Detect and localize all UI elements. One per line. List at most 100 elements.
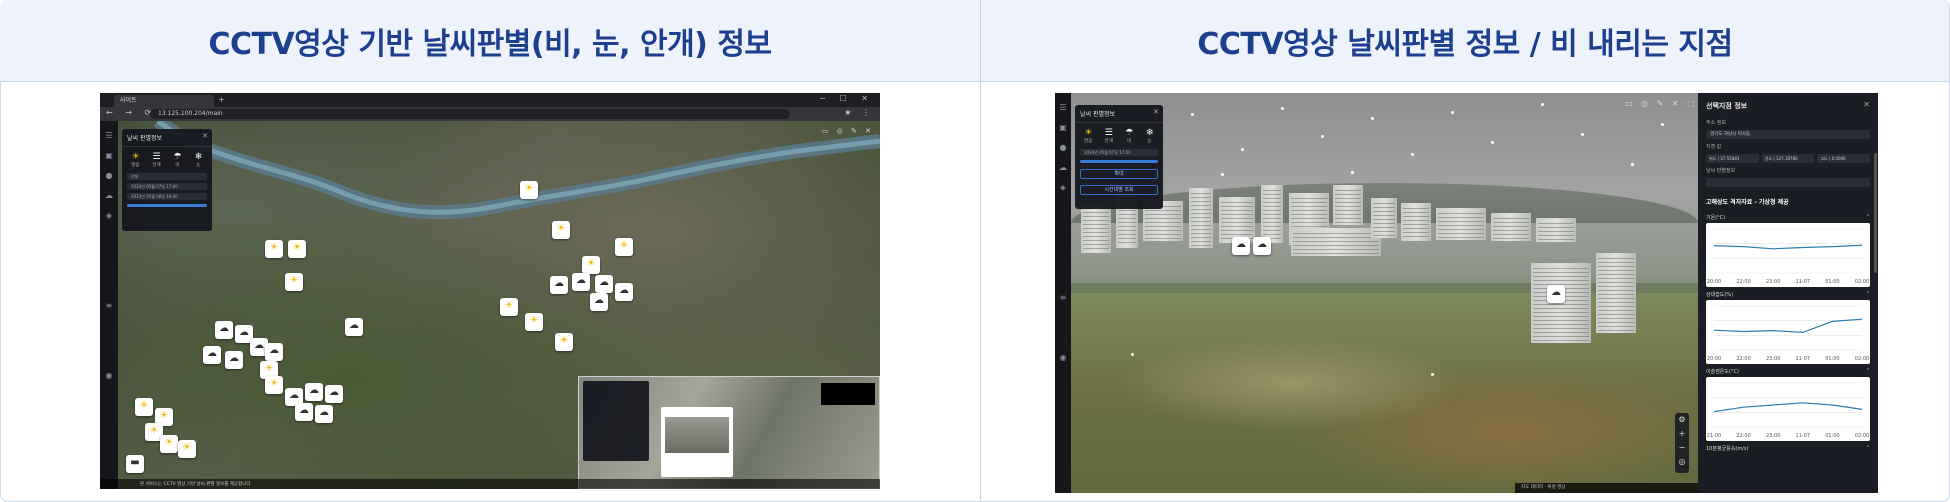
sun-marker[interactable]: ☀ <box>135 398 153 416</box>
chart-head-wind[interactable]: 10분평균풍속(m/s) ⌃ <box>1698 441 1878 454</box>
fog-button[interactable]: ☰ 안개 <box>1101 128 1117 144</box>
sun-marker[interactable]: ☀ <box>160 435 178 453</box>
browser-menu-icon[interactable]: ★ ⋮ <box>844 108 874 117</box>
time-slider[interactable] <box>127 204 207 207</box>
sun-button[interactable]: ☀ 맑음 <box>1080 128 1096 144</box>
snow-icon: ❄ <box>194 152 203 162</box>
user-icon[interactable]: ◉ <box>1058 353 1068 363</box>
cloud-marker[interactable]: ☁ <box>295 403 313 421</box>
info-panel-title: 선택지점 정보 <box>1706 102 1748 110</box>
zoom-button[interactable]: 확대 <box>1080 169 1158 179</box>
x-tick-label: 22:00 <box>1736 356 1750 362</box>
cloud-marker[interactable]: ☁ <box>215 321 233 339</box>
left-screenshot: 사이트 + ─ ☐ ✕ ← → ⟳ 13.125.100.204/main ★ … <box>100 93 880 489</box>
cloud-marker[interactable]: ☁ <box>225 351 243 369</box>
3d-city-view[interactable] <box>1071 93 1698 493</box>
layer-icon[interactable]: ◈ <box>104 211 114 221</box>
start-date-field[interactable]: 2024년 05월 07일 17:00 <box>127 183 207 190</box>
x-tick-label: 20:00 <box>1707 356 1721 362</box>
cloud-marker[interactable]: ☁ <box>590 293 608 311</box>
chart-head-dewpoint[interactable]: 이슬점온도(°C) ⌃ <box>1698 364 1878 377</box>
snow-button[interactable]: ❄ 눈 <box>1142 128 1158 144</box>
time-search-button[interactable]: 시간대별 조회 <box>1080 185 1158 195</box>
cloud-marker[interactable]: ☁ <box>1547 285 1565 303</box>
nav-buttons-icon[interactable]: ← → ⟳ <box>106 108 156 117</box>
cctv-popup[interactable] <box>661 407 733 477</box>
cloud-marker[interactable]: ☁ <box>203 346 221 364</box>
end-date-field[interactable]: 2024년 05월 08일 18:00 <box>127 193 207 200</box>
rain-button[interactable]: ☂ 비 <box>1121 128 1137 144</box>
sun-marker[interactable]: ☀ <box>582 256 600 274</box>
weather-icon[interactable]: ☁ <box>104 191 114 201</box>
cloud-marker[interactable]: ☁ <box>305 383 323 401</box>
pin-icon[interactable]: ● <box>1058 143 1068 153</box>
sun-button[interactable]: ☀ 맑음 <box>128 152 144 168</box>
snow-button[interactable]: ❄ 눈 <box>191 152 207 168</box>
url-field[interactable]: 13.125.100.204/main <box>150 109 790 119</box>
weather-icon[interactable]: ☁ <box>1058 163 1068 173</box>
cloud-marker[interactable]: ☁ <box>265 343 283 361</box>
sun-marker[interactable]: ☀ <box>520 181 538 199</box>
map-tools-icon[interactable]: ▭ ◎ ✎ ✕ <box>822 127 874 135</box>
sun-marker[interactable]: ☀ <box>615 238 633 256</box>
close-icon[interactable]: ✕ <box>1153 108 1159 116</box>
cloud-marker[interactable]: ☁ <box>615 283 633 301</box>
sun-marker[interactable]: ☀ <box>265 240 283 258</box>
filter-select[interactable]: 전체 <box>127 173 207 180</box>
snowflake <box>1661 123 1664 126</box>
close-icon[interactable]: ✕ <box>202 132 208 140</box>
snowflake <box>1491 141 1494 144</box>
building <box>1596 253 1636 333</box>
browser-tab[interactable]: 사이트 <box>114 95 214 107</box>
scrollbar[interactable] <box>1874 153 1877 273</box>
sun-marker[interactable]: ☀ <box>288 240 306 258</box>
snowflake <box>1191 113 1194 116</box>
pin-icon[interactable]: ● <box>104 171 114 181</box>
cloud-marker[interactable]: ☁ <box>550 276 568 294</box>
car-icon[interactable]: ▣ <box>104 151 114 161</box>
chart-head-humidity[interactable]: 상대습도(%) ⌃ <box>1698 287 1878 300</box>
fog-button[interactable]: ☰ 안개 <box>149 152 165 168</box>
cloud-marker[interactable]: ☁ <box>595 275 613 293</box>
chevron-up-icon[interactable]: ⌃ <box>1866 445 1870 452</box>
weather-panel-title: 날씨 판별정보 <box>1075 105 1163 123</box>
car-icon[interactable]: ▣ <box>1058 123 1068 133</box>
cloud-marker[interactable]: ☁ <box>1253 237 1271 255</box>
chevron-up-icon[interactable]: ⌃ <box>1866 214 1870 221</box>
list-icon[interactable]: ≡ <box>104 301 114 311</box>
x-tick-label: 22:00 <box>1736 279 1750 285</box>
close-icon[interactable]: ✕ <box>1863 100 1870 109</box>
new-tab-icon[interactable]: + <box>218 95 225 104</box>
cloud-marker[interactable]: ☁ <box>315 405 333 423</box>
chevron-up-icon[interactable]: ⌃ <box>1866 291 1870 298</box>
rain-icon: ☂ <box>1125 128 1134 138</box>
layer-icon[interactable]: ◈ <box>1058 183 1068 193</box>
menu-icon[interactable]: ☰ <box>1058 103 1068 113</box>
list-icon[interactable]: ≡ <box>1058 293 1068 303</box>
cloud-marker[interactable]: ☁ <box>345 318 363 336</box>
rain-button[interactable]: ☂ 비 <box>170 152 186 168</box>
chevron-up-icon[interactable]: ⌃ <box>1866 368 1870 375</box>
cloud-marker[interactable]: ▬ <box>126 455 144 473</box>
zoom-controls[interactable]: ⚙ + − ◎ <box>1675 413 1689 473</box>
cctv-image <box>665 417 729 453</box>
left-footer-text: 본 서비스는 CCTV 영상 기반 날씨 판별 정보를 제공합니다 <box>140 482 251 487</box>
sun-marker[interactable]: ☀ <box>525 313 543 331</box>
cloud-marker[interactable]: ☁ <box>1232 237 1250 255</box>
sun-marker[interactable]: ☀ <box>178 440 196 458</box>
date-field[interactable]: 2024년 05월 07일 17:00 <box>1080 149 1158 156</box>
window-controls[interactable]: ─ ☐ ✕ <box>820 94 874 103</box>
menu-icon[interactable]: ☰ <box>104 131 114 141</box>
sun-marker[interactable]: ☀ <box>552 221 570 239</box>
map-tools-icon[interactable]: ▭ ◎ ✎ ✕ ⬚ <box>1625 99 1698 108</box>
user-icon[interactable]: ◉ <box>104 371 114 381</box>
sun-marker[interactable]: ☀ <box>265 376 283 394</box>
time-slider[interactable] <box>1080 160 1158 163</box>
cloud-marker[interactable]: ☁ <box>325 385 343 403</box>
sun-marker[interactable]: ☀ <box>285 273 303 291</box>
sun-marker[interactable]: ☀ <box>500 298 518 316</box>
cloud-marker[interactable]: ☁ <box>572 273 590 291</box>
series-line <box>1713 244 1863 250</box>
chart-head-temp[interactable]: 기온(°C) ⌃ <box>1698 210 1878 223</box>
sun-marker[interactable]: ☀ <box>555 333 573 351</box>
